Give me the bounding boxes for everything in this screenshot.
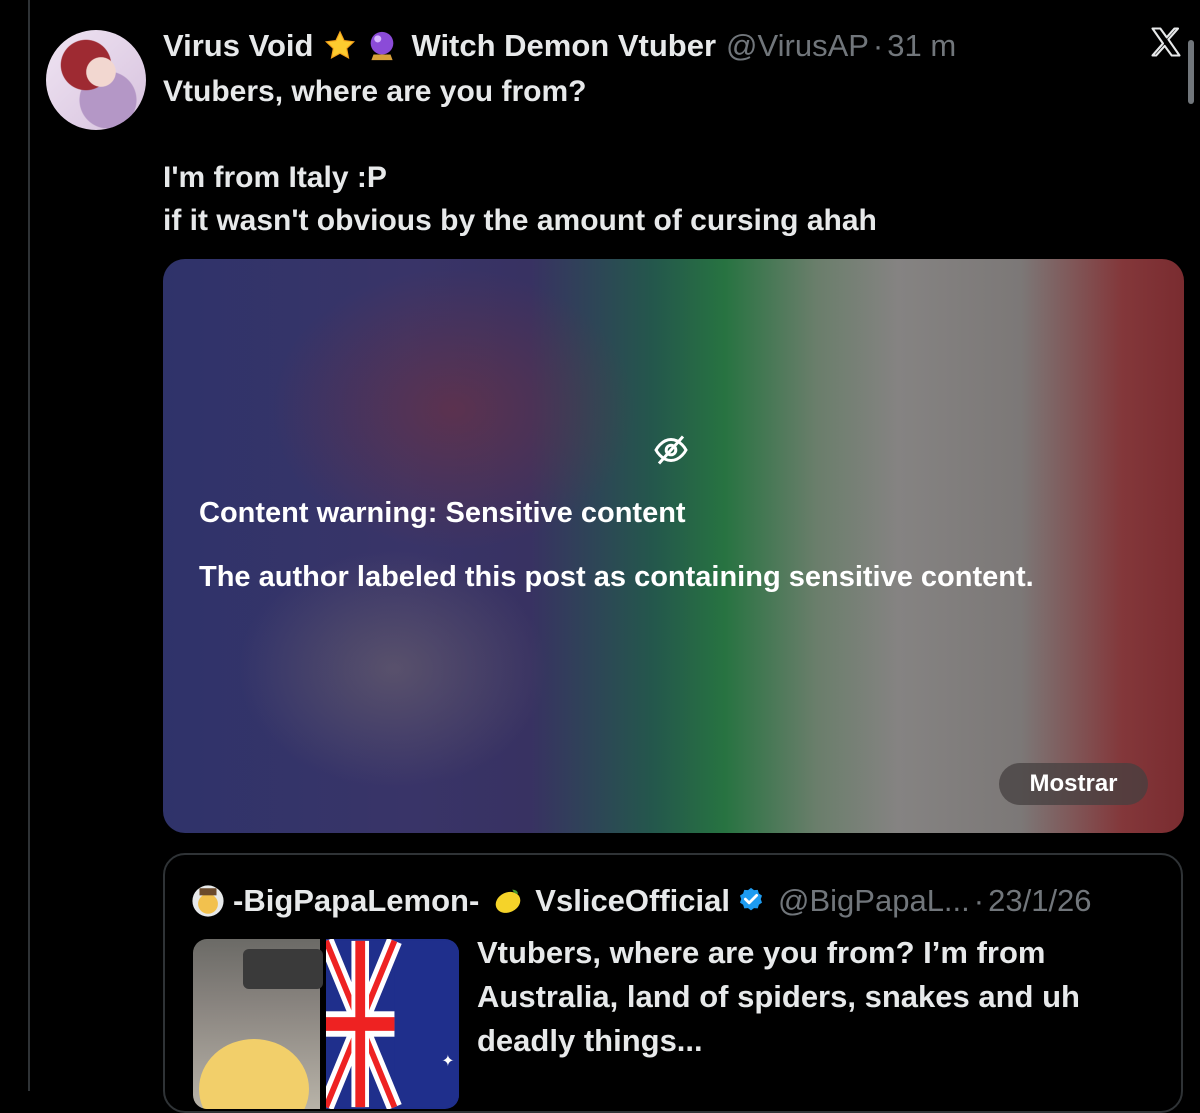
timeline-border — [28, 0, 30, 1091]
quote-author-name-suffix: VsliceOfficial — [535, 883, 731, 918]
author-handle[interactable]: @VirusAP — [726, 28, 869, 64]
content-warning-body: The author labeled this post as containi… — [199, 561, 1034, 593]
quoted-post-text: Vtubers, where are you from? I’m from Au… — [477, 935, 1080, 1058]
quote-author-avatar[interactable] — [191, 884, 225, 918]
post-text: Vtubers, where are you from? I'm from It… — [163, 75, 877, 237]
australia-flag-image: ✦ — [326, 939, 459, 1109]
author-name[interactable]: Virus Void — [163, 28, 313, 64]
post-header: Virus Void Witch Demon Vtuber @VirusAP ·… — [163, 26, 956, 66]
author-name-suffix: Witch Demon Vtuber — [411, 28, 717, 63]
quote-author-handle[interactable]: @BigPapaL... — [778, 883, 970, 919]
eye-slash-icon — [654, 435, 688, 465]
svg-text:✦: ✦ — [441, 1051, 454, 1070]
verified-badge-icon — [740, 887, 763, 911]
scrollbar[interactable] — [1188, 40, 1194, 104]
quote-media-thumbnail[interactable]: ✦ — [193, 939, 459, 1109]
avatar[interactable] — [46, 30, 146, 130]
content-warning-title: Content warning: Sensitive content — [199, 497, 686, 529]
lemon-emoji-icon — [496, 889, 521, 913]
separator-dot: · — [872, 28, 884, 63]
crystal-ball-emoji-icon — [371, 31, 394, 61]
quote-date[interactable]: 23/1/26 — [988, 883, 1091, 919]
show-media-button[interactable]: Mostrar — [999, 763, 1148, 805]
x-logo-icon[interactable] — [1148, 24, 1184, 60]
quoted-post-header: -BigPapaLemon- VsliceOfficial @BigPapaL.… — [191, 883, 1092, 919]
sensitive-media[interactable]: Content warning: Sensitive content The a… — [163, 259, 1184, 833]
quote-author-name[interactable]: -BigPapaLemon- — [233, 883, 479, 919]
vtuber-avatar-image — [193, 939, 323, 1109]
post-timestamp[interactable]: 31 m — [887, 28, 956, 64]
quoted-post[interactable]: -BigPapaLemon- VsliceOfficial @BigPapaL.… — [163, 853, 1183, 1113]
separator-dot: · — [973, 883, 985, 918]
star-emoji-icon — [325, 30, 356, 59]
